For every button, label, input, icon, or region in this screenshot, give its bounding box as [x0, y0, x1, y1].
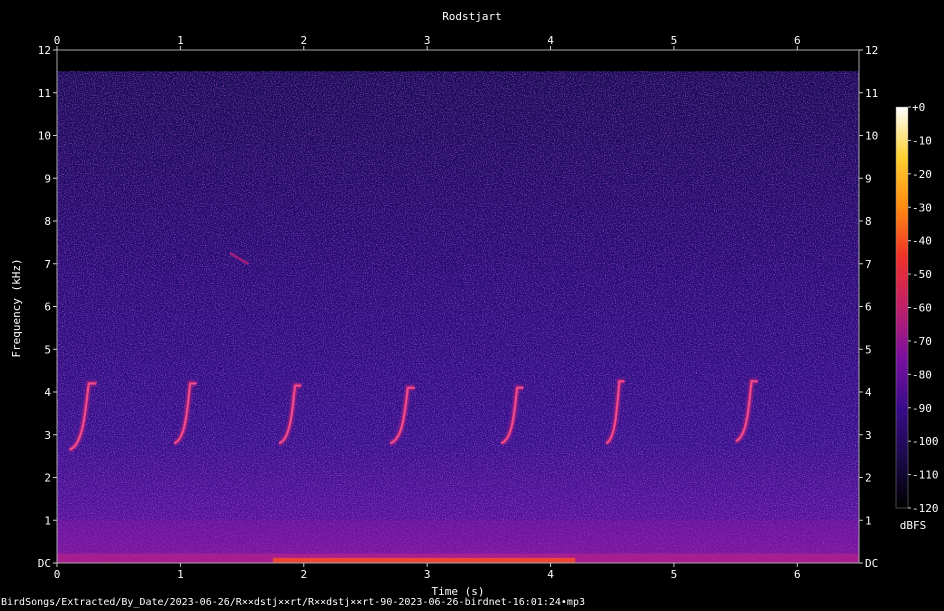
- x-tick-bottom-label: 1: [177, 568, 184, 581]
- colorbar-tick-label: -50: [912, 268, 932, 281]
- y-tick-left-label: 1: [44, 514, 51, 527]
- x-tick-bottom-label: 6: [794, 568, 801, 581]
- colorbar-scale: [895, 106, 909, 509]
- y-tick-right-label: 2: [865, 472, 872, 485]
- y-tick-right-label: 11: [865, 87, 878, 100]
- colorbar-tick-label: -60: [912, 302, 932, 315]
- y-tick-right-label: 8: [865, 215, 872, 228]
- file-path-footer: BirdSongs/Extracted/By_Date/2023-06-26/R…: [1, 597, 585, 608]
- colorbar-tick-label: -110: [912, 469, 939, 482]
- y-tick-left-label: 9: [44, 172, 51, 185]
- colorbar-tick-label: -40: [912, 235, 932, 248]
- x-tick-bottom-label: 2: [300, 568, 307, 581]
- y-tick-right-label: 6: [865, 301, 872, 314]
- colorbar: +0 -10 -20 -30 -40 -50 -60 -70 -80 -90 -100 -110 -12…: [895, 101, 939, 515]
- y-tick-right-label: 12: [865, 44, 878, 57]
- y-tick-left-label: 12: [38, 44, 51, 57]
- y-tick-left-label: 8: [44, 215, 51, 228]
- y-tick-right-label: 10: [865, 130, 878, 143]
- colorbar-tick-label: -90: [912, 402, 932, 415]
- x-tick-top-label: 3: [424, 34, 431, 47]
- colorbar-tick-label: -10: [912, 134, 932, 147]
- noise-texture: [57, 71, 859, 563]
- x-tick-top-label: 4: [547, 34, 554, 47]
- y-axis-label: Frequency (kHz): [10, 258, 23, 357]
- y-tick-left-label: 7: [44, 258, 51, 271]
- colorbar-tick-label: -70: [912, 335, 932, 348]
- y-tick-right-label: 3: [865, 429, 872, 442]
- chart-title: Rodstjart: [442, 10, 502, 23]
- y-tick-left-label: 10: [38, 130, 51, 143]
- y-tick-left-label: 2: [44, 472, 51, 485]
- y-tick-right-label: DC: [865, 557, 878, 570]
- y-tick-left-label: 11: [38, 87, 51, 100]
- y-tick-right-label: 4: [865, 386, 872, 399]
- y-tick-left-label: 4: [44, 386, 51, 399]
- colorbar-tick-label: -30: [912, 201, 932, 214]
- x-tick-bottom-label: 3: [424, 568, 431, 581]
- y-tick-left-label: 3: [44, 429, 51, 442]
- colorbar-tick-label: +0: [912, 101, 925, 114]
- y-tick-right-label: 1: [865, 514, 872, 527]
- y-tick-left-label: DC: [38, 557, 51, 570]
- colorbar-label: dBFS: [900, 519, 927, 532]
- x-tick-top-label: 5: [671, 34, 678, 47]
- colorbar-tick-label: -80: [912, 368, 932, 381]
- dc-hot-band: [272, 557, 576, 563]
- y-tick-right-label: 5: [865, 343, 872, 356]
- y-tick-right-label: 9: [865, 172, 872, 185]
- x-tick-bottom-label: 5: [671, 568, 678, 581]
- y-tick-right-label: 7: [865, 258, 872, 271]
- x-tick-top-label: 1: [177, 34, 184, 47]
- colorbar-tick-label: -20: [912, 168, 932, 181]
- x-tick-top-label: 6: [794, 34, 801, 47]
- plot-area: [57, 50, 859, 563]
- x-tick-top-label: 2: [300, 34, 307, 47]
- y-tick-left-label: 6: [44, 301, 51, 314]
- x-tick-top-label: 0: [54, 34, 61, 47]
- spectrogram-chart: Rodstjart 00112233445566DC DC1 12 23 34 45 56 6…: [10, 10, 939, 598]
- colorbar-tick-label: -100: [912, 435, 939, 448]
- x-tick-bottom-label: 0: [54, 568, 61, 581]
- x-tick-bottom-label: 4: [547, 568, 554, 581]
- y-tick-left-label: 5: [44, 343, 51, 356]
- colorbar-tick-label: -120: [912, 502, 939, 515]
